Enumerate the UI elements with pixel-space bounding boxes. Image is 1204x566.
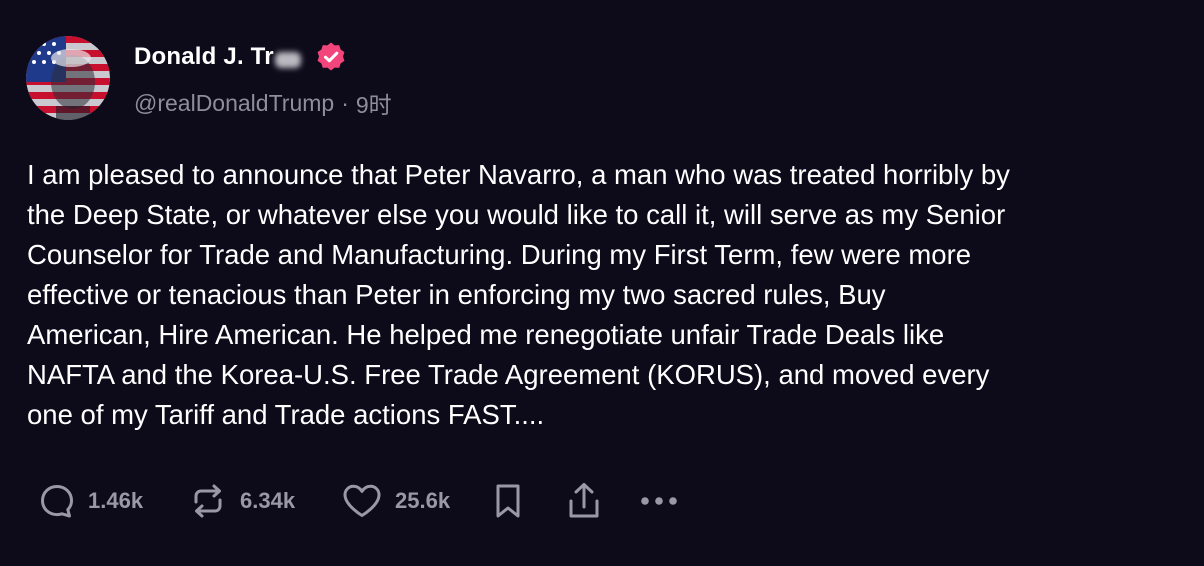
- post-card: Donald J. Tr @realDonaldTrump · 9时 I am …: [0, 0, 1204, 566]
- like-count: 25.6k: [395, 488, 451, 513]
- post-text-line: NAFTA and the Korea-U.S. Free Trade Agre…: [27, 359, 990, 390]
- reply-bubble-icon: [41, 485, 73, 518]
- share-button[interactable]: [565, 481, 639, 521]
- author-handle-row: @realDonaldTrump · 9时: [134, 86, 392, 120]
- redaction-blur: [274, 52, 301, 68]
- repost-count: 6.34k: [240, 488, 296, 513]
- repost-button[interactable]: 6.34k: [188, 482, 341, 520]
- post-text-line: one of my Tariff and Trade actions FAST.…: [27, 399, 545, 430]
- more-options-button[interactable]: [639, 495, 689, 507]
- post-timestamp[interactable]: 9时: [356, 86, 392, 120]
- bookmark-button[interactable]: [491, 481, 565, 521]
- post-text-line: effective or tenacious than Peter in enf…: [27, 279, 886, 310]
- post-text-line: I am pleased to announce that Peter Nava…: [27, 159, 1010, 190]
- post-actions-bar: 1.46k 6.34k 25.6k: [38, 478, 689, 524]
- author-display-name[interactable]: Donald J. Tr: [134, 43, 274, 71]
- post-text-line: Counselor for Trade and Manufacturing. D…: [27, 239, 972, 270]
- meta-separator: ·: [341, 89, 349, 116]
- avatar[interactable]: [26, 36, 110, 120]
- post-text-line: American, Hire American. He helped me re…: [27, 319, 945, 350]
- author-handle[interactable]: @realDonaldTrump: [134, 90, 334, 117]
- post-text-line: the Deep State, or whatever else you wou…: [27, 199, 1006, 230]
- author-name-row: Donald J. Tr: [134, 40, 347, 74]
- share-icon: [569, 483, 599, 518]
- heart-icon: [343, 484, 381, 517]
- flag-portrait-avatar: [26, 36, 110, 120]
- post-body: I am pleased to announce that Peter Nava…: [27, 155, 1187, 435]
- bookmark-icon: [496, 484, 520, 518]
- reply-button[interactable]: 1.46k: [38, 482, 188, 520]
- more-dots-icon: [641, 497, 677, 505]
- reply-count: 1.46k: [88, 488, 144, 513]
- verified-badge-icon: [317, 42, 345, 71]
- like-button[interactable]: 25.6k: [341, 482, 491, 520]
- repost-icon: [194, 484, 222, 518]
